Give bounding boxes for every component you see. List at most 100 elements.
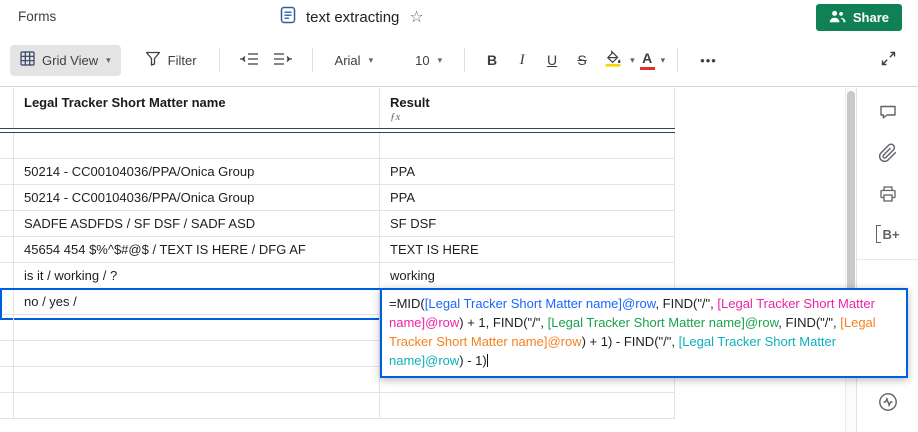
row-handle[interactable] — [0, 315, 14, 341]
cell-matter-name[interactable] — [14, 341, 380, 367]
row-handle[interactable] — [0, 393, 14, 419]
cell-matter-name[interactable]: no / yes / — [14, 289, 380, 315]
sheet-grid: Legal Tracker Short Matter name Result ƒ… — [0, 88, 845, 432]
text-color-bar — [639, 66, 655, 70]
column-header-result[interactable]: Result ƒx — [380, 88, 675, 128]
brandfolder-icon: B+ — [875, 225, 900, 243]
proofs-button[interactable] — [876, 182, 900, 209]
formula-segment: , FIND("/", — [655, 296, 718, 311]
toolbar-separator — [464, 48, 466, 72]
paperclip-icon — [878, 143, 898, 166]
expand-toolbar-button[interactable] — [873, 46, 904, 74]
filter-label: Filter — [167, 52, 197, 68]
font-size-value: 10 — [415, 52, 430, 68]
font-family-value: Arial — [334, 52, 361, 68]
strikethrough-button[interactable]: S — [567, 45, 597, 75]
cell-matter-name[interactable] — [14, 393, 380, 419]
grid-row: is it / working / ? working — [0, 263, 845, 289]
share-people-icon — [829, 10, 846, 26]
font-size-select[interactable]: 10 ▾ — [405, 45, 452, 76]
formula-segment: =MID( — [389, 296, 425, 311]
fill-color-button[interactable] — [597, 46, 629, 74]
cell-matter-name[interactable]: 50214 - CC00104036/PPA/Onica Group — [14, 159, 380, 185]
cell-matter-name[interactable]: SADFE ASDFDS / SF DSF / SADF ASD — [14, 211, 380, 237]
toolbar: Grid View ▾ Filter Arial ▾ 10 ▾ B I U S … — [0, 34, 918, 87]
grid-row — [0, 393, 845, 419]
column-header-matter-name[interactable]: Legal Tracker Short Matter name — [14, 88, 380, 128]
formula-segment: ) - 1) — [459, 353, 487, 368]
sheet-title[interactable]: text extracting — [306, 9, 399, 26]
expand-diagonal-icon — [880, 50, 897, 70]
more-options-button[interactable]: ••• — [690, 45, 727, 76]
grid-row: 50214 - CC00104036/PPA/Onica Group PPA — [0, 159, 845, 185]
topbar: Forms text extracting ☆ Share — [0, 0, 918, 34]
text-color-caret[interactable]: ▾ — [661, 55, 666, 66]
cell-matter-name[interactable] — [14, 315, 380, 341]
header-gutter — [0, 88, 14, 128]
formula-segment: [Legal Tracker Short Matter name]@row — [547, 315, 779, 330]
formula-segment: ) + 1) - FIND("/", — [581, 334, 679, 349]
brandfolder-button[interactable]: B+ — [874, 223, 902, 245]
grid-view-icon — [20, 51, 35, 69]
column-formula-indicator: ƒx — [390, 111, 401, 123]
cell-result[interactable]: PPA — [380, 159, 675, 185]
font-family-select[interactable]: Arial ▾ — [325, 45, 384, 76]
cell-result[interactable]: working — [380, 263, 675, 289]
cell-result[interactable]: TEXT IS HERE — [380, 237, 675, 263]
vertical-scrollbar[interactable] — [845, 88, 856, 432]
formula-segment: , FIND("/", — [778, 315, 841, 330]
cell-result[interactable]: PPA — [380, 185, 675, 211]
indent-button[interactable] — [266, 48, 300, 73]
outdent-icon — [239, 52, 259, 69]
activity-log-button[interactable] — [875, 389, 901, 418]
text-color-button[interactable]: A — [635, 48, 660, 73]
grid-view-button[interactable]: Grid View ▾ — [10, 44, 121, 76]
row-handle[interactable] — [0, 185, 14, 211]
row-handle[interactable] — [0, 133, 14, 159]
cell-matter-name[interactable]: is it / working / ? — [14, 263, 380, 289]
formula-segment: ) + 1, FIND("/", — [459, 315, 548, 330]
chevron-down-icon: ▾ — [106, 54, 111, 65]
grid-view-label: Grid View — [42, 52, 99, 68]
underline-button[interactable]: U — [537, 45, 567, 75]
grid-row: SADFE ASDFDS / SF DSF / SADF ASD SF DSF — [0, 211, 845, 237]
formula-editor-popup[interactable]: =MID( [Legal Tracker Short Matter name]@r… — [380, 288, 908, 378]
row-handle[interactable] — [0, 211, 14, 237]
text-color-letter: A — [642, 49, 653, 66]
row-handle[interactable] — [0, 341, 14, 367]
row-handle[interactable] — [0, 159, 14, 185]
favorite-star-icon[interactable]: ☆ — [409, 7, 423, 27]
column-header-label: Legal Tracker Short Matter name — [24, 95, 226, 110]
cell-result[interactable] — [380, 393, 675, 419]
row-handle[interactable] — [0, 367, 14, 393]
cell-result[interactable]: SF DSF — [380, 211, 675, 237]
column-header-label: Result — [390, 95, 430, 110]
filter-button[interactable]: Filter — [135, 45, 207, 76]
row-handle[interactable] — [0, 237, 14, 263]
menu-forms[interactable]: Forms — [18, 0, 56, 34]
fill-color-caret[interactable]: ▾ — [630, 55, 635, 66]
italic-button[interactable]: I — [507, 45, 537, 75]
row-handle[interactable] — [0, 263, 14, 289]
cell-matter-name[interactable] — [14, 133, 380, 159]
sheet-document-icon — [278, 5, 298, 30]
toolbar-separator — [311, 48, 313, 72]
grid-row: 50214 - CC00104036/PPA/Onica Group PPA — [0, 185, 845, 211]
share-button[interactable]: Share — [815, 4, 902, 31]
brandfolder-bracket — [875, 225, 881, 243]
cell-matter-name[interactable]: 50214 - CC00104036/PPA/Onica Group — [14, 185, 380, 211]
conversations-button[interactable] — [876, 100, 900, 127]
sheet-title-group: text extracting ☆ — [278, 0, 424, 34]
indent-icon — [273, 52, 293, 69]
smartsheet-window: Forms text extracting ☆ Share Grid View … — [0, 0, 918, 432]
toolbar-separator — [218, 48, 220, 72]
row-handle[interactable] — [0, 289, 14, 315]
cell-matter-name[interactable]: 45654 454 $%^$#@$ / TEXT IS HERE / DFG A… — [14, 237, 380, 263]
attachments-button[interactable] — [876, 141, 900, 168]
grid-row: 45654 454 $%^$#@$ / TEXT IS HERE / DFG A… — [0, 237, 845, 263]
brandfolder-letter: B+ — [882, 226, 900, 242]
outdent-button[interactable] — [232, 48, 266, 73]
cell-matter-name[interactable] — [14, 367, 380, 393]
bold-button[interactable]: B — [477, 45, 507, 75]
cell-result[interactable] — [380, 133, 675, 159]
